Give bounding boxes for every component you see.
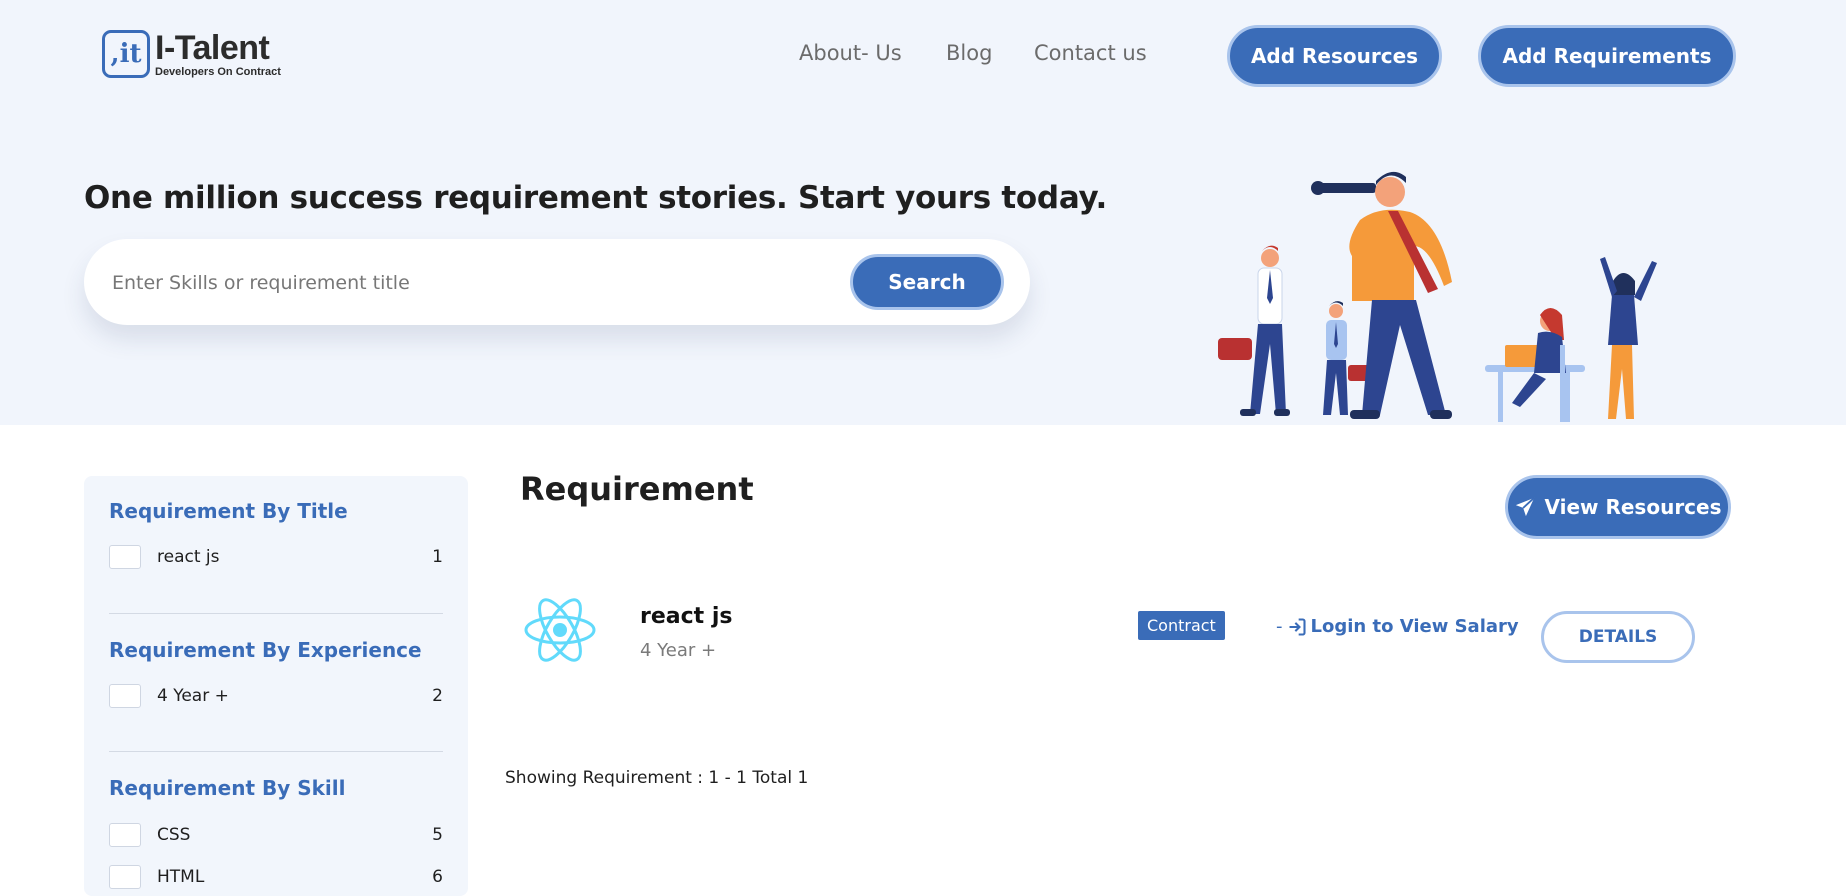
brand-logo[interactable]: ,it I-Talent Developers On Contract	[102, 30, 281, 78]
filter-option-react-js[interactable]: react js 1	[109, 545, 443, 573]
filter-group-title: Requirement By Title	[109, 499, 348, 523]
filter-label: react js	[157, 547, 220, 567]
filter-count: 6	[432, 867, 443, 887]
salary-link-label: Login to View Salary	[1310, 616, 1519, 637]
login-to-view-salary-link[interactable]: - Login to View Salary	[1276, 616, 1519, 637]
filter-divider	[109, 751, 443, 752]
nav-blog[interactable]: Blog	[946, 41, 992, 65]
logo-name: I-Talent	[155, 28, 270, 67]
logo-mark: ,it	[102, 30, 150, 78]
filter-label: HTML	[157, 867, 205, 887]
requirement-title[interactable]: react js	[640, 604, 732, 629]
filter-count: 5	[432, 825, 443, 845]
filter-group-title: Requirement By Skill	[109, 776, 346, 800]
sign-in-icon	[1289, 617, 1306, 636]
send-icon	[1516, 497, 1536, 517]
add-requirements-button[interactable]: Add Requirements	[1478, 25, 1736, 87]
person-illustration	[1485, 308, 1585, 422]
nav-about-us[interactable]: About- Us	[799, 41, 902, 65]
view-resources-button[interactable]: View Resources	[1505, 475, 1731, 539]
requirement-experience: 4 Year +	[640, 640, 717, 661]
filter-option-css[interactable]: CSS 5	[109, 823, 443, 851]
search-input[interactable]	[110, 267, 894, 299]
filter-checkbox[interactable]	[109, 545, 141, 569]
salary-prefix: -	[1276, 616, 1283, 637]
filter-count: 2	[432, 686, 443, 706]
filter-divider	[109, 613, 443, 614]
filter-checkbox[interactable]	[109, 865, 141, 889]
contract-badge: Contract	[1138, 611, 1225, 640]
react-icon	[524, 598, 596, 662]
filter-count: 1	[432, 547, 443, 567]
filter-label: CSS	[157, 825, 191, 845]
search-button[interactable]: Search	[850, 254, 1004, 310]
filter-label: 4 Year +	[157, 686, 229, 706]
add-resources-button[interactable]: Add Resources	[1227, 25, 1442, 87]
filter-option-4-year[interactable]: 4 Year + 2	[109, 684, 443, 712]
section-title: Requirement	[520, 470, 754, 508]
person-illustration	[1600, 257, 1657, 419]
logo-tagline: Developers On Contract	[155, 65, 281, 78]
search-bar: Search	[84, 239, 1030, 325]
team-illustration	[1218, 171, 1657, 422]
view-resources-label: View Resources	[1544, 495, 1722, 519]
filter-checkbox[interactable]	[109, 684, 141, 708]
results-count: Showing Requirement : 1 - 1 Total 1	[505, 768, 809, 788]
nav-contact-us[interactable]: Contact us	[1034, 41, 1147, 65]
person-illustration	[1218, 245, 1290, 416]
logo-text: I-Talent Developers On Contract	[155, 31, 281, 78]
details-button[interactable]: DETAILS	[1541, 611, 1695, 663]
filter-checkbox[interactable]	[109, 823, 141, 847]
filter-sidebar: Requirement By Title react js 1 Requirem…	[84, 476, 468, 896]
hero-headline: One million success requirement stories.…	[84, 180, 1108, 216]
filter-group-title: Requirement By Experience	[109, 638, 422, 662]
filter-option-html[interactable]: HTML 6	[109, 865, 443, 893]
